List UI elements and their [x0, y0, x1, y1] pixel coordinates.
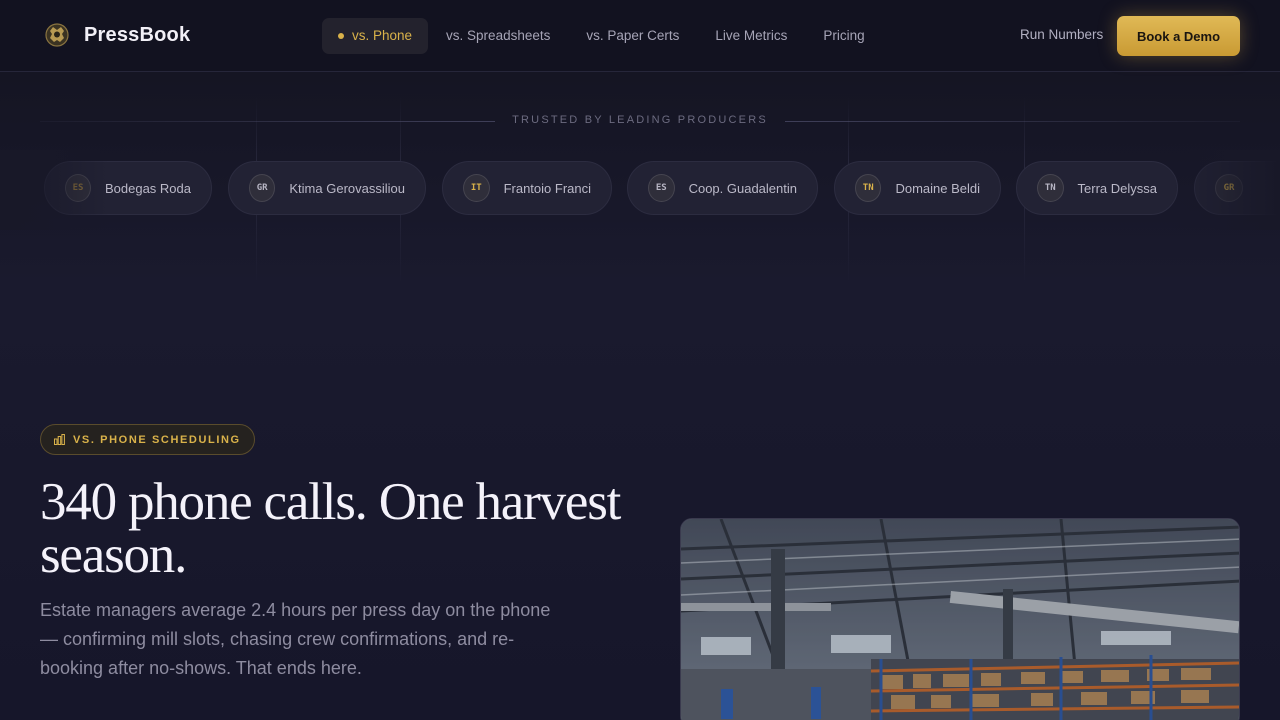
eyebrow-label: VS. PHONE SCHEDULING	[73, 433, 241, 446]
producer-name: Frantoio Franci	[503, 180, 591, 196]
nav-link-label: Live Metrics	[715, 28, 788, 43]
section-eyebrow-badge: VS. PHONE SCHEDULING	[40, 424, 255, 455]
trusted-by-heading: TRUSTED BY LEADING PRODUCERS	[512, 114, 768, 126]
producer-logo: IT Frantoio Franci	[442, 161, 612, 215]
producer-logo: TN Domaine Beldi	[834, 161, 1001, 215]
country-badge: ES	[65, 174, 91, 202]
producer-logo: TN Terra Delyssa	[1016, 161, 1178, 215]
warehouse-illustration	[681, 519, 1239, 720]
brand-name: PressBook	[84, 23, 191, 46]
producer-name: Ktima Gerovassiliou	[289, 180, 405, 196]
nav-link-vs-paper-certs[interactable]: vs. Paper Certs	[568, 18, 697, 54]
nav-link-label: vs. Phone	[352, 28, 413, 43]
country-badge: GR	[1215, 174, 1243, 202]
trusted-by-header: TRUSTED BY LEADING PRODUCERS	[40, 114, 1240, 130]
divider	[40, 121, 495, 122]
country-badge: GR	[249, 174, 276, 202]
bar-chart-icon	[54, 434, 65, 445]
producer-logo: ES Coop. Guadalentin	[627, 161, 818, 215]
nav-link-label: vs. Spreadsheets	[446, 28, 551, 43]
hero-headline: 340 phone calls. One harvest season.	[40, 473, 621, 584]
country-badge: TN	[855, 174, 882, 202]
country-badge: TN	[1037, 174, 1064, 202]
producer-logo: GR Ktima Gerovassiliou	[228, 161, 426, 215]
producer-name: Terra Delyssa	[1077, 180, 1157, 196]
country-badge: IT	[463, 174, 490, 202]
warehouse-photo	[680, 518, 1240, 720]
producer-name: Coop. Guadalentin	[688, 180, 797, 196]
nav-link-label: Pricing	[823, 28, 865, 43]
producer-logo: GR	[1194, 161, 1280, 215]
brand-logo-link[interactable]: PressBook	[44, 22, 190, 48]
nav-link-live-metrics[interactable]: Live Metrics	[697, 18, 805, 54]
nav-link-pricing[interactable]: Pricing	[805, 18, 882, 54]
active-dot-icon	[338, 33, 344, 39]
producer-name: Domaine Beldi	[895, 180, 980, 196]
producer-logo-marquee: ES Bodegas Roda GR Ktima Gerovassiliou I…	[0, 161, 1280, 217]
producer-logo: ES Bodegas Roda	[44, 161, 212, 215]
nav-link-vs-spreadsheets[interactable]: vs. Spreadsheets	[428, 18, 568, 54]
hero-subtext: Estate managers average 2.4 hours per pr…	[40, 600, 551, 678]
nav-links: vs. Phone vs. Spreadsheets vs. Paper Cer…	[322, 18, 883, 54]
nav-link-label: vs. Paper Certs	[586, 28, 680, 43]
producer-name: Bodegas Roda	[104, 180, 191, 196]
top-navigation: PressBook vs. Phone vs. Spreadsheets vs.…	[0, 0, 1280, 72]
book-demo-button[interactable]: Book a Demo	[1117, 16, 1240, 56]
run-numbers-link[interactable]: Run Numbers	[1020, 27, 1103, 42]
country-badge: ES	[648, 174, 675, 202]
divider	[785, 121, 1240, 122]
nav-link-vs-phone[interactable]: vs. Phone	[322, 18, 429, 54]
gear-crest-icon	[45, 23, 69, 47]
